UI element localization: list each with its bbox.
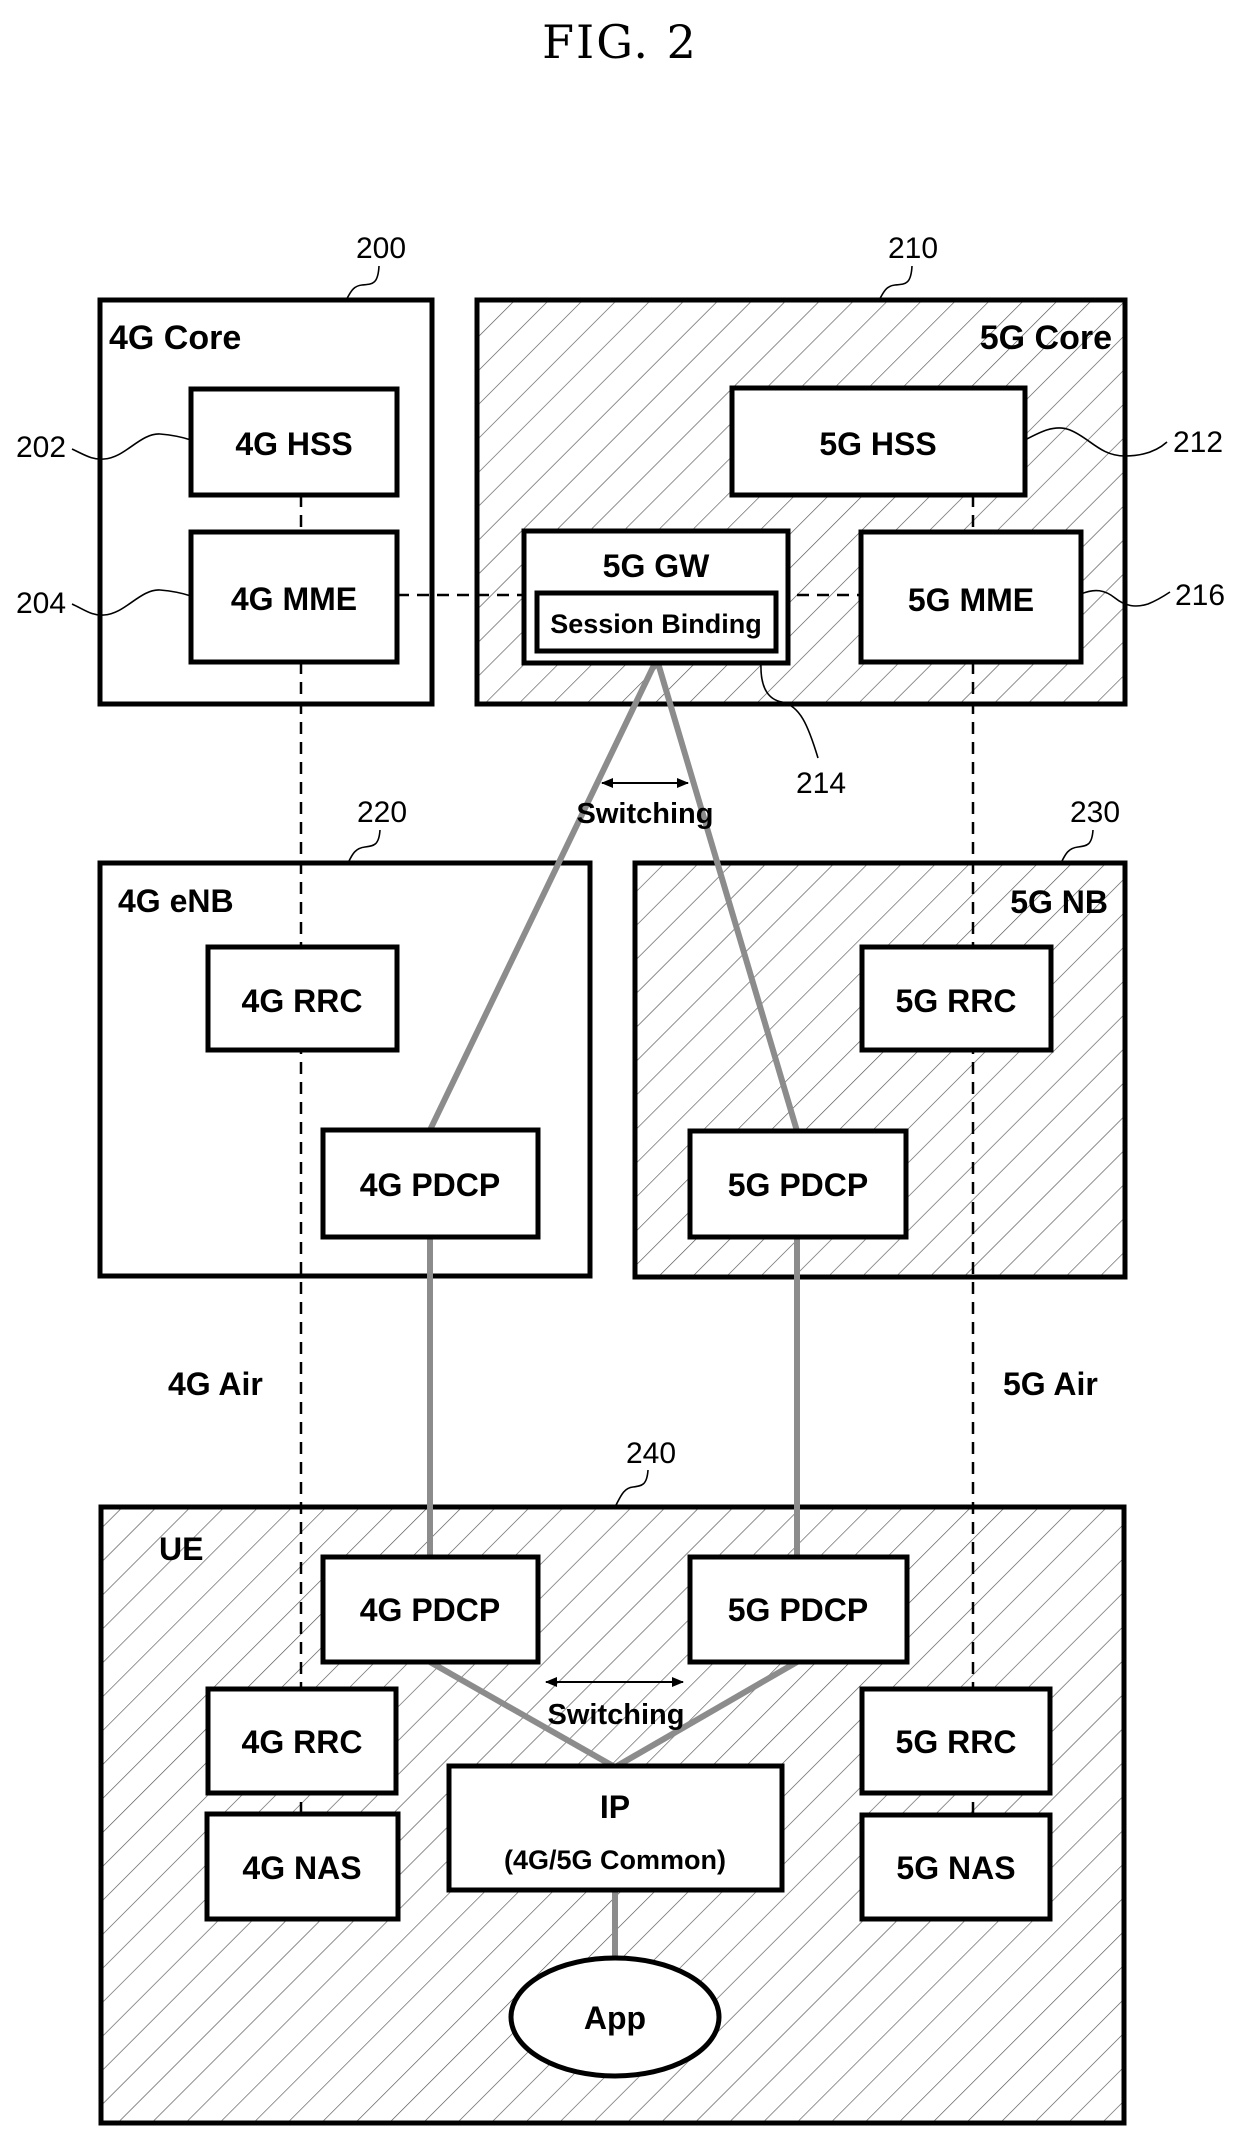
leader-200 (345, 265, 380, 301)
ref-214: 214 (796, 767, 846, 800)
node-ue-5g-rrc-label: 5G RRC (896, 1724, 1017, 1760)
node-5g-mme-label: 5G MME (908, 582, 1034, 618)
node-nb-5g-pdcp-label: 5G PDCP (728, 1167, 868, 1203)
figure-title: FIG. 2 (542, 15, 698, 69)
ref-230: 230 (1070, 796, 1120, 829)
leader-210 (878, 265, 913, 301)
air-label-4g: 4G Air (168, 1366, 263, 1402)
group-label-5g-nb: 5G NB (1010, 884, 1108, 920)
node-4g-mme-label: 4G MME (231, 581, 357, 617)
leader-240 (614, 1469, 649, 1508)
group-label-5g-core: 5G Core (980, 319, 1112, 357)
node-session-binding-label: Session Binding (550, 609, 762, 639)
network-architecture-diagram: FIG. 2 4G Core 5G Core 4G eNB 5G NB UE 4… (16, 15, 1225, 2126)
node-ue-4g-rrc-label: 4G RRC (242, 1724, 363, 1760)
node-ue-4g-nas-label: 4G NAS (242, 1850, 361, 1886)
air-label-5g: 5G Air (1003, 1366, 1098, 1402)
ref-240: 240 (626, 1437, 676, 1470)
switching-label-core: Switching (577, 798, 714, 830)
ref-204: 204 (16, 587, 66, 620)
node-ip-sublabel: (4G/5G Common) (504, 1845, 726, 1875)
node-nb-5g-rrc-label: 5G RRC (896, 983, 1017, 1019)
node-ue-4g-pdcp-label: 4G PDCP (360, 1592, 500, 1628)
node-5g-gw-label: 5G GW (603, 548, 710, 584)
group-label-4g-core: 4G Core (109, 319, 241, 357)
ref-200: 200 (356, 232, 406, 265)
node-4g-hss-label: 4G HSS (235, 426, 352, 462)
node-5g-hss-label: 5G HSS (819, 426, 936, 462)
node-app-label: App (584, 2000, 646, 2036)
leader-220 (347, 829, 381, 864)
leader-230 (1060, 829, 1094, 864)
ref-212: 212 (1173, 426, 1223, 459)
node-ip-label: IP (600, 1789, 630, 1825)
ref-202: 202 (16, 431, 66, 464)
node-ue-5g-nas-label: 5G NAS (896, 1850, 1015, 1886)
switching-label-ue: Switching (548, 1699, 685, 1731)
node-enb-4g-pdcp-label: 4G PDCP (360, 1167, 500, 1203)
ref-220: 220 (357, 796, 407, 829)
group-label-ue: UE (159, 1531, 203, 1567)
group-label-4g-enb: 4G eNB (118, 883, 234, 919)
node-ue-5g-pdcp-label: 5G PDCP (728, 1592, 868, 1628)
node-enb-4g-rrc-label: 4G RRC (242, 983, 363, 1019)
ref-210: 210 (888, 232, 938, 265)
ref-216: 216 (1175, 579, 1225, 612)
